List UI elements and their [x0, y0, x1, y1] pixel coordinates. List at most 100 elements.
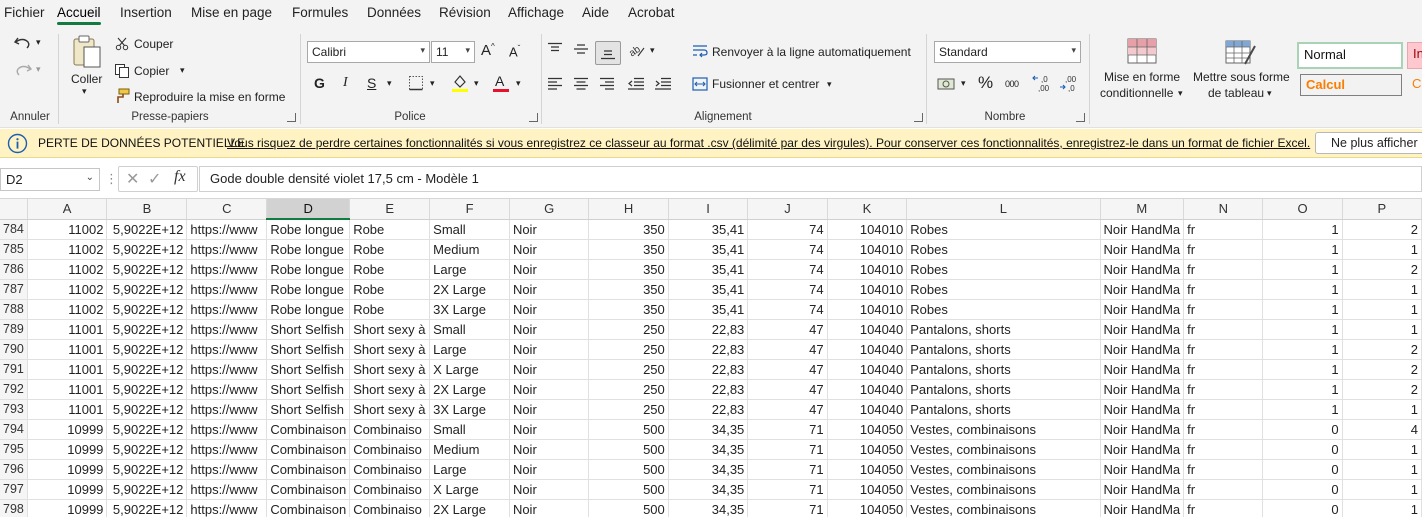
decrease-font-icon[interactable]: Aˇ	[509, 44, 520, 59]
cell-b[interactable]: 5,9022E+12	[106, 239, 188, 260]
cell-e[interactable]: Robe	[349, 219, 431, 240]
cell-b[interactable]: 5,9022E+12	[106, 499, 188, 517]
cell-k[interactable]: 104050	[827, 499, 908, 517]
tab-revision[interactable]: Révision	[439, 5, 491, 20]
cell-style-insuffisant[interactable]: In	[1407, 42, 1422, 69]
cell-b[interactable]: 5,9022E+12	[106, 299, 188, 320]
column-header-e[interactable]: E	[349, 199, 431, 220]
font-name-select[interactable]: Calibri ▾	[307, 41, 430, 63]
cell-c[interactable]: https://www	[186, 439, 268, 460]
cell-l[interactable]: Pantalons, shorts	[906, 379, 1101, 400]
cell-b[interactable]: 5,9022E+12	[106, 259, 188, 280]
cell-d[interactable]: Short Selfish	[266, 379, 351, 400]
cell-g[interactable]: Noir	[509, 419, 590, 440]
cell-l[interactable]: Robes	[906, 299, 1101, 320]
cell-j[interactable]: 71	[747, 479, 828, 500]
cell-a[interactable]: 11001	[27, 339, 108, 360]
cell-h[interactable]: 500	[588, 419, 669, 440]
percent-style-icon[interactable]: %	[978, 73, 993, 93]
tab-aide[interactable]: Aide	[582, 5, 609, 20]
cell-c[interactable]: https://www	[186, 459, 268, 480]
cell-g[interactable]: Noir	[509, 239, 590, 260]
cell-k[interactable]: 104040	[827, 399, 908, 420]
row-header[interactable]: 797	[0, 479, 28, 500]
cell-g[interactable]: Noir	[509, 359, 590, 380]
cell-i[interactable]: 34,35	[668, 419, 749, 440]
cell-j[interactable]: 71	[747, 419, 828, 440]
cell-l[interactable]: Robes	[906, 239, 1101, 260]
cell-m[interactable]: Noir HandMa	[1100, 239, 1185, 260]
font-size-select[interactable]: 11 ▾	[431, 41, 475, 63]
tab-acrobat[interactable]: Acrobat	[628, 5, 675, 20]
fill-color-icon[interactable]	[451, 73, 469, 93]
cell-h[interactable]: 500	[588, 459, 669, 480]
number-format-select[interactable]: Standard ▾	[934, 41, 1081, 63]
accounting-dropdown-icon[interactable]: ▾	[961, 78, 966, 89]
orientation-dropdown-icon[interactable]: ▾	[650, 45, 655, 56]
cell-e[interactable]: Short sexy à	[349, 399, 431, 420]
cell-i[interactable]: 22,83	[668, 339, 749, 360]
cell-l[interactable]: Pantalons, shorts	[906, 339, 1101, 360]
underline-button[interactable]: S	[367, 75, 376, 91]
orientation-icon[interactable]: ab	[628, 42, 646, 58]
cell-k[interactable]: 104050	[827, 439, 908, 460]
cell-l[interactable]: Pantalons, shorts	[906, 359, 1101, 380]
cell-p[interactable]: 1	[1342, 299, 1422, 320]
cell-c[interactable]: https://www	[186, 279, 268, 300]
cell-l[interactable]: Robes	[906, 279, 1101, 300]
cell-n[interactable]: fr	[1183, 319, 1264, 340]
cell-a[interactable]: 11001	[27, 399, 108, 420]
cell-f[interactable]: X Large	[429, 359, 510, 380]
cell-e[interactable]: Combinaiso	[349, 459, 431, 480]
cell-o[interactable]: 1	[1262, 279, 1343, 300]
decrease-indent-icon[interactable]	[627, 77, 645, 91]
paste-icon[interactable]	[70, 34, 104, 72]
cell-m[interactable]: Noir HandMa	[1100, 399, 1185, 420]
underline-dropdown-icon[interactable]: ▾	[387, 78, 392, 89]
cell-p[interactable]: 1	[1342, 399, 1422, 420]
cell-p[interactable]: 1	[1342, 439, 1422, 460]
cell-a[interactable]: 10999	[27, 499, 108, 517]
row-header[interactable]: 784	[0, 219, 28, 240]
cell-c[interactable]: https://www	[186, 399, 268, 420]
cell-a[interactable]: 11002	[27, 219, 108, 240]
name-box[interactable]: D2 ⌄	[0, 168, 100, 191]
cell-k[interactable]: 104010	[827, 219, 908, 240]
align-right-icon[interactable]	[599, 77, 615, 91]
cell-n[interactable]: fr	[1183, 479, 1264, 500]
formula-bar-grip-icon[interactable]: ⋮	[105, 171, 118, 187]
cell-style-normal[interactable]: Normal	[1297, 42, 1403, 69]
cell-m[interactable]: Noir HandMa	[1100, 459, 1185, 480]
align-bottom-button[interactable]	[595, 41, 621, 65]
cell-m[interactable]: Noir HandMa	[1100, 379, 1185, 400]
cell-k[interactable]: 104010	[827, 279, 908, 300]
column-header-h[interactable]: H	[588, 199, 669, 220]
insert-function-icon[interactable]: fx	[174, 168, 186, 186]
decrease-decimal-icon[interactable]: ,00 ,0	[1059, 74, 1081, 92]
cell-n[interactable]: fr	[1183, 299, 1264, 320]
cell-o[interactable]: 1	[1262, 399, 1343, 420]
cell-j[interactable]: 74	[747, 219, 828, 240]
cell-k[interactable]: 104050	[827, 459, 908, 480]
tab-accueil[interactable]: Accueil	[57, 5, 101, 25]
cell-d[interactable]: Short Selfish	[266, 319, 351, 340]
column-header-d[interactable]: D	[266, 199, 351, 220]
cell-n[interactable]: fr	[1183, 439, 1264, 460]
cell-d[interactable]: Combinaison	[266, 479, 351, 500]
cell-o[interactable]: 1	[1262, 299, 1343, 320]
cell-g[interactable]: Noir	[509, 279, 590, 300]
cell-l[interactable]: Vestes, combinaisons	[906, 479, 1101, 500]
conditional-formatting-line2[interactable]: conditionnelle	[1100, 86, 1173, 100]
wrap-text-button[interactable]: Renvoyer à la ligne automatiquement	[712, 45, 911, 59]
cell-d[interactable]: Short Selfish	[266, 359, 351, 380]
cell-d[interactable]: Combinaison	[266, 419, 351, 440]
cell-style-calcul[interactable]: Calcul	[1300, 74, 1402, 96]
cell-p[interactable]: 4	[1342, 419, 1422, 440]
infobar-message-link[interactable]: Vous risquez de perdre certaines fonctio…	[227, 136, 1310, 150]
cell-o[interactable]: 1	[1262, 219, 1343, 240]
cell-d[interactable]: Combinaison	[266, 459, 351, 480]
copy-dropdown-icon[interactable]: ▾	[180, 65, 185, 76]
cell-b[interactable]: 5,9022E+12	[106, 319, 188, 340]
cell-h[interactable]: 350	[588, 219, 669, 240]
row-header[interactable]: 792	[0, 379, 28, 400]
